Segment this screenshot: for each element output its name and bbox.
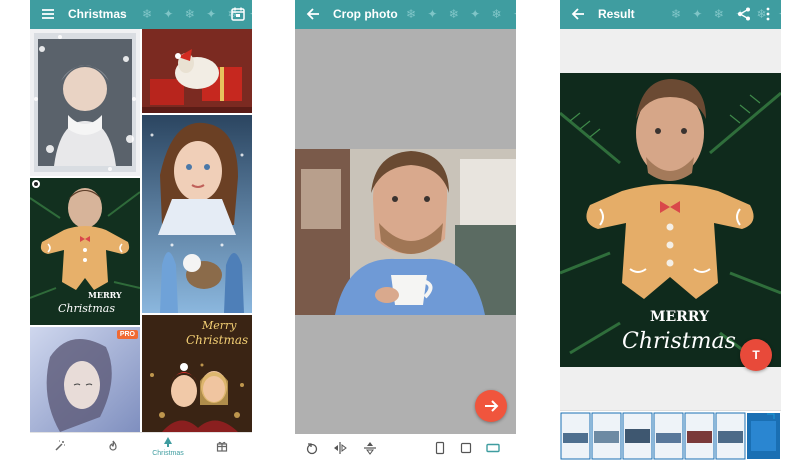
crop-photo-screen: ❄ ✦ ❄ ✦ ❄ ✦ Crop photo [295, 0, 516, 462]
nav-item-popular[interactable] [93, 433, 133, 462]
app-bar: ❄ ✦ ❄ ✦ ❄ ✦ Crop photo [295, 0, 516, 29]
rotate-icon[interactable] [305, 441, 319, 455]
flip-vertical-icon[interactable] [363, 441, 377, 455]
nav-item-gifts[interactable] [202, 433, 242, 462]
page-title: Crop photo [333, 7, 398, 21]
arrow-right-icon [485, 400, 499, 412]
template-gingerbread[interactable]: MERRY Christmas [30, 178, 140, 325]
app-bar: ❄ ✦ ❄ ✦ ❄ ✦ Result [560, 0, 781, 29]
tile-text-christmas: Christmas [186, 333, 249, 347]
template-painted-portrait[interactable]: PRO [30, 327, 140, 432]
share-icon[interactable] [736, 6, 752, 22]
snowflake-pattern: ❄ ✦ ❄ ✦ ❄ ✦ [406, 7, 516, 21]
result-image[interactable]: MERRY Christmas [560, 73, 781, 367]
aspect-landscape-icon[interactable] [486, 441, 500, 455]
fab-label: T [752, 348, 760, 362]
flame-icon [109, 440, 117, 451]
aspect-square-icon[interactable] [459, 441, 473, 455]
pro-badge: PRO [116, 330, 138, 339]
christmas-gallery-screen: ❄ ✦ ❄ ✦ ❄ ✦ Christmas MERRY Christmas PR… [30, 0, 252, 462]
calendar-icon[interactable] [230, 6, 246, 22]
template-snow-frame[interactable] [30, 29, 140, 176]
magic-wand-icon [55, 440, 65, 451]
app-bar: ❄ ✦ ❄ ✦ ❄ ✦ Christmas [30, 0, 252, 29]
card-text-christmas: Christmas [58, 302, 115, 315]
back-arrow-icon[interactable] [570, 6, 586, 22]
template-merry-christmas-friends[interactable]: Merry Christmas [142, 315, 252, 432]
menu-icon[interactable] [40, 6, 56, 22]
template-frozen-girl[interactable] [142, 115, 252, 313]
ad-banner[interactable] [560, 410, 781, 462]
more-options-icon[interactable] [760, 6, 776, 22]
next-button[interactable] [475, 390, 507, 422]
gift-icon [216, 441, 228, 452]
nav-label-christmas: Christmas [152, 450, 184, 457]
card-text-christmas: Christmas [622, 329, 736, 354]
template-puppy-gifts[interactable] [142, 29, 252, 113]
card-text-merry: MERRY [650, 309, 710, 325]
flip-horizontal-icon[interactable] [333, 441, 347, 455]
card-text-merry: MERRY [88, 290, 122, 300]
add-text-button[interactable]: T [740, 339, 772, 371]
nav-item-christmas[interactable]: Christmas [148, 433, 188, 462]
nav-item-effects[interactable] [40, 433, 80, 462]
aspect-portrait-icon[interactable] [433, 441, 447, 455]
page-title: Christmas [68, 7, 127, 21]
result-screen: ❄ ✦ ❄ ✦ ❄ ✦ Result MERRY Christmas T [560, 0, 781, 462]
back-arrow-icon[interactable] [305, 6, 321, 22]
christmas-tree-icon [164, 437, 172, 447]
bottom-navigation: Christmas [30, 432, 252, 462]
crop-toolbar [295, 434, 516, 462]
page-title: Result [598, 7, 635, 21]
crop-photo[interactable] [295, 149, 516, 315]
tile-text-merry: Merry [202, 319, 237, 332]
